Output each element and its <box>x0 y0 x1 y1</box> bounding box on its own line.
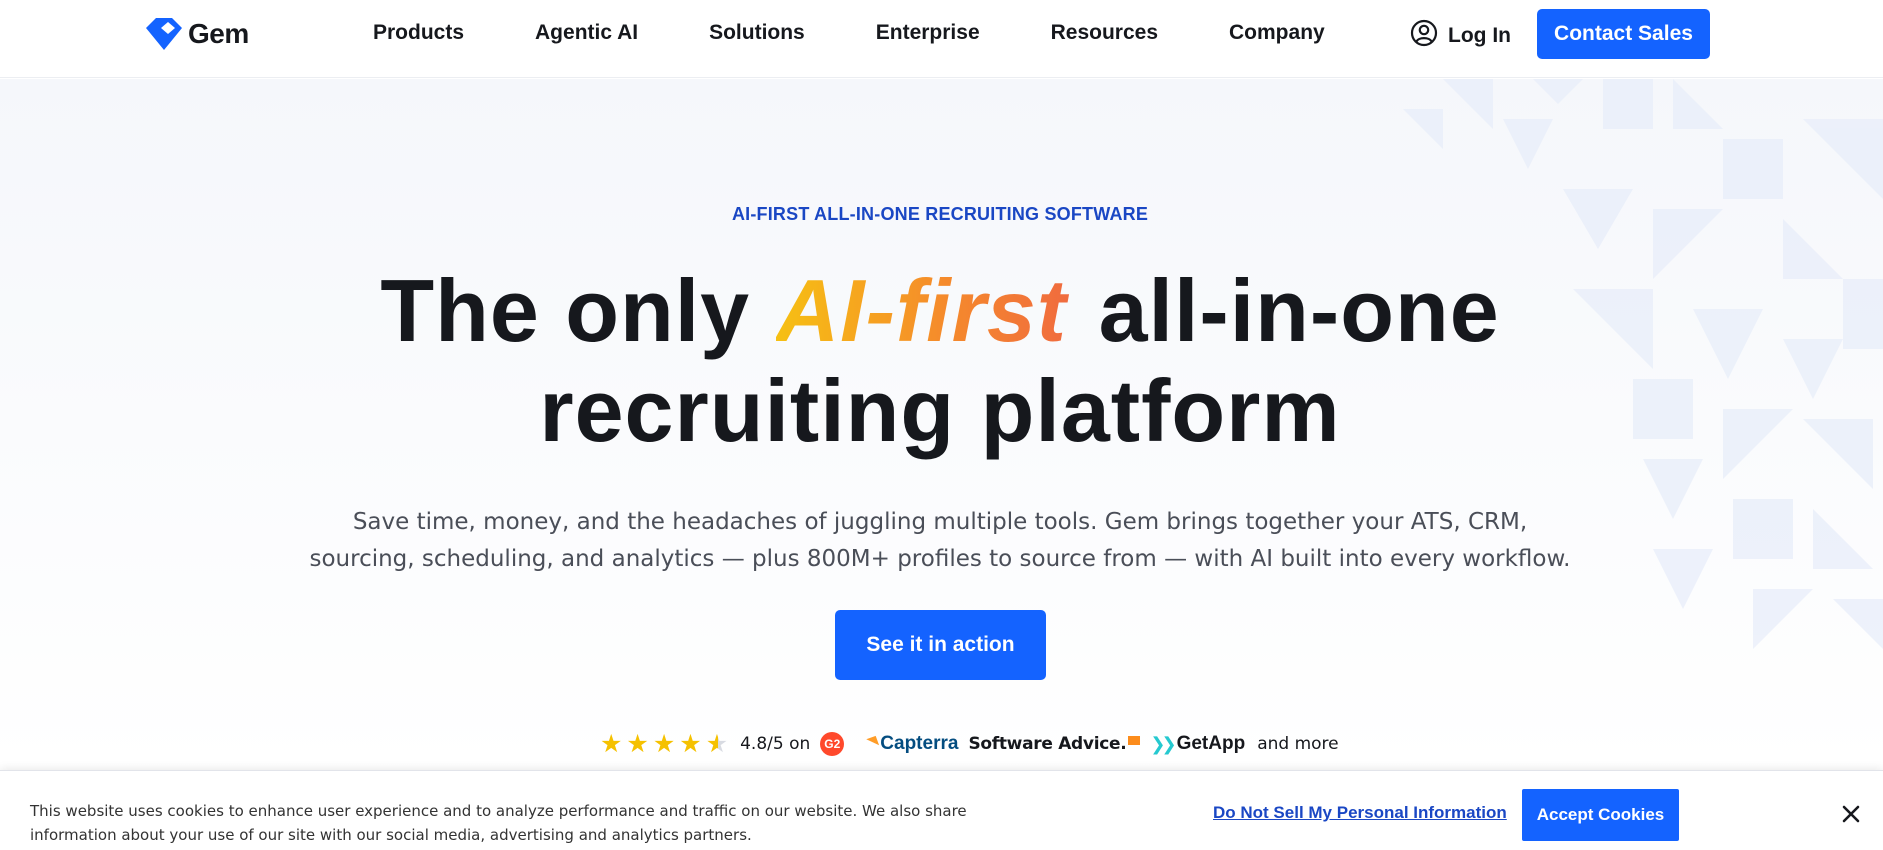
gem-logo[interactable]: Gem <box>142 18 249 50</box>
subtitle-line-1: Save time, money, and the headaches of j… <box>352 509 1528 535</box>
nav-resources[interactable]: Resources <box>1051 21 1158 45</box>
g2-badge: G2 <box>820 732 848 756</box>
capterra-logo: Capterra <box>880 733 959 754</box>
hero-section: AI-FIRST ALL-IN-ONE RECRUITING SOFTWARE … <box>0 79 1883 769</box>
subtitle-line-2: sourcing, scheduling, and analytics — pl… <box>309 546 1571 572</box>
contact-sales-button[interactable]: Contact Sales <box>1537 9 1710 59</box>
getapp-chevrons-icon: ❯❯ <box>1150 733 1176 754</box>
nav-agentic-ai[interactable]: Agentic AI <box>535 21 638 45</box>
getapp-logo: GetApp <box>1176 733 1246 754</box>
getapp-badge: ❯❯ GetApp <box>1150 733 1245 755</box>
login-label: Log In <box>1448 24 1511 47</box>
cookie-message: This website uses cookies to enhance use… <box>30 802 967 844</box>
nav-products[interactable]: Products <box>373 21 464 45</box>
brand-name: Gem <box>188 18 249 49</box>
login-link[interactable]: Log In <box>1410 18 1511 48</box>
headline-line-2: recruiting platform <box>539 361 1341 460</box>
headline-part-1: The only <box>380 261 776 360</box>
rating-value: 4.8/5 on <box>740 734 811 754</box>
do-not-sell-link[interactable]: Do Not Sell My Personal Information <box>1213 803 1507 823</box>
accept-cookies-button[interactable]: Accept Cookies <box>1522 789 1679 841</box>
software-advice-badge: Software Advice. <box>968 734 1141 754</box>
star-icon: ★ <box>679 729 702 758</box>
review-rating-bar: ★ ★ ★ ★ ★ 4.8/5 on G2 Capterra Software … <box>600 729 1339 759</box>
half-star-icon: ★ <box>705 729 729 758</box>
top-navbar: Gem Products Agentic AI Solutions Enterp… <box>0 0 1883 78</box>
star-rating: ★ ★ ★ ★ ★ <box>600 729 729 758</box>
user-circle-icon <box>1410 19 1438 47</box>
software-advice-logo: Software Advice. <box>968 734 1127 754</box>
star-icon: ★ <box>626 729 649 758</box>
star-icon: ★ <box>600 729 623 758</box>
gem-diamond-icon <box>146 18 182 50</box>
cookie-banner: This website uses cookies to enhance use… <box>0 770 1883 850</box>
nav-company[interactable]: Company <box>1229 21 1325 45</box>
speech-bubble-icon <box>1128 735 1141 745</box>
capterra-badge: Capterra <box>857 733 959 755</box>
headline-part-2: all-in-one <box>1073 261 1500 360</box>
star-icon: ★ <box>652 729 676 758</box>
and-more-text: and more <box>1257 734 1339 754</box>
nav-solutions[interactable]: Solutions <box>709 21 805 45</box>
hero-eyebrow: AI-FIRST ALL-IN-ONE RECRUITING SOFTWARE <box>731 204 1149 224</box>
nav-enterprise[interactable]: Enterprise <box>876 21 980 45</box>
primary-nav: Products Agentic AI Solutions Enterprise… <box>373 0 1396 66</box>
capterra-arrow-icon <box>857 735 880 753</box>
see-it-in-action-button[interactable]: See it in action <box>835 610 1046 680</box>
hero-subtitle: Save time, money, and the headaches of j… <box>0 504 1880 578</box>
headline-accent: AI-first <box>776 261 1074 360</box>
g2-logo: G2 <box>820 732 845 756</box>
close-icon[interactable] <box>1840 803 1862 825</box>
hero-headline: The only AI-first all-in-one recruiting … <box>0 261 1880 461</box>
